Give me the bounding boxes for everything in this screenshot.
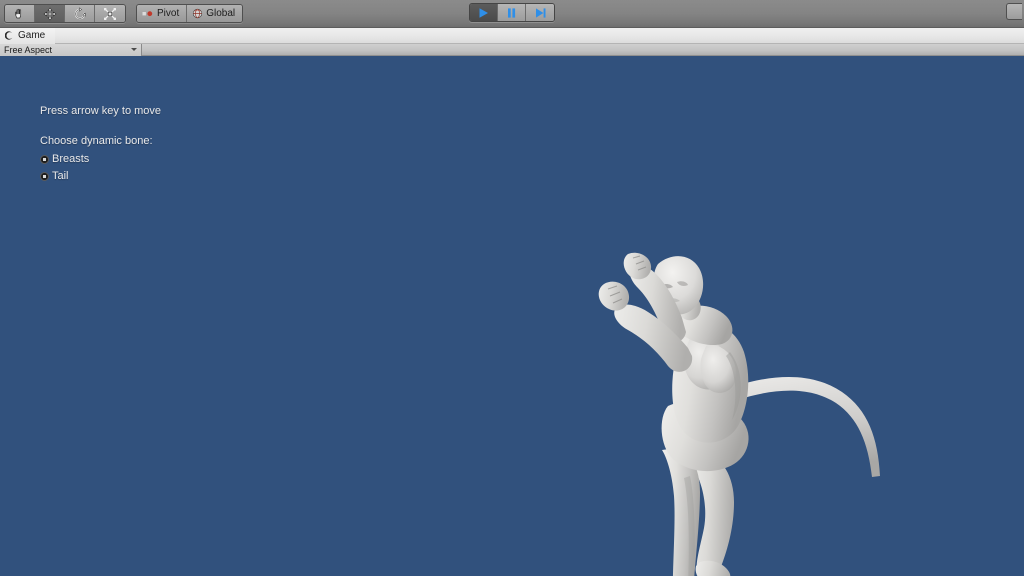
play-button[interactable] — [470, 4, 498, 21]
scale-tool-button[interactable] — [95, 5, 125, 22]
instruction-label: Press arrow key to move — [40, 105, 162, 117]
globe-icon — [193, 8, 203, 19]
pause-button[interactable] — [498, 4, 526, 21]
pivot-mode-group: Pivot Global — [136, 4, 244, 23]
game-view-icon — [5, 31, 13, 40]
aspect-ratio-dropdown[interactable]: Free Aspect — [0, 43, 142, 56]
step-button[interactable] — [526, 4, 554, 21]
checkbox-icon — [40, 154, 49, 164]
toolbar-right-group — [1006, 3, 1022, 22]
move-tool-button[interactable] — [35, 5, 65, 22]
pivot-icon — [142, 10, 153, 16]
toggle-tail[interactable]: Tail — [40, 170, 161, 182]
unity-editor-window: Pivot Global Game Free Aspect Press arro… — [0, 0, 1024, 576]
move-icon — [43, 7, 56, 20]
toolbar-left-group: Pivot Global — [0, 4, 244, 23]
hand-icon — [14, 8, 21, 18]
tab-game[interactable]: Game — [0, 27, 56, 44]
transform-tools-group — [4, 4, 126, 23]
step-forward-icon — [535, 7, 545, 18]
rotate-tool-button[interactable] — [65, 5, 95, 22]
layout-dropdown-button[interactable] — [1006, 3, 1022, 20]
playback-controls-group — [469, 3, 555, 22]
tab-game-label: Game — [18, 30, 46, 41]
global-label: Global — [206, 8, 236, 19]
ongui-overlay: Press arrow key to move Choose dynamic b… — [40, 105, 161, 187]
hand-tool-button[interactable] — [5, 5, 35, 22]
scale-icon — [104, 7, 116, 20]
toggle-breasts[interactable]: Breasts — [40, 153, 161, 165]
aspect-ratio-value: Free Aspect — [4, 44, 53, 55]
play-icon — [479, 7, 488, 18]
checkbox-icon — [40, 171, 49, 181]
toggle-tail-label: Tail — [52, 170, 69, 183]
checkbox-check-icon — [43, 174, 46, 178]
rotate-icon — [74, 6, 85, 19]
pause-icon — [508, 7, 516, 18]
chevron-down-icon — [131, 48, 137, 51]
main-toolbar: Pivot Global — [0, 0, 1024, 28]
gameview-control-bar: Free Aspect — [0, 43, 1024, 56]
checkbox-check-icon — [43, 157, 46, 161]
global-toggle-button[interactable]: Global — [187, 5, 243, 22]
toggle-breasts-label: Breasts — [52, 153, 90, 166]
game-view-viewport[interactable]: Press arrow key to move Choose dynamic b… — [0, 56, 1024, 576]
pivot-toggle-button[interactable]: Pivot — [137, 5, 188, 22]
pivot-label: Pivot — [157, 8, 180, 19]
bone-prompt-label: Choose dynamic bone: — [40, 135, 153, 148]
view-tabbar: Game — [0, 27, 1024, 44]
